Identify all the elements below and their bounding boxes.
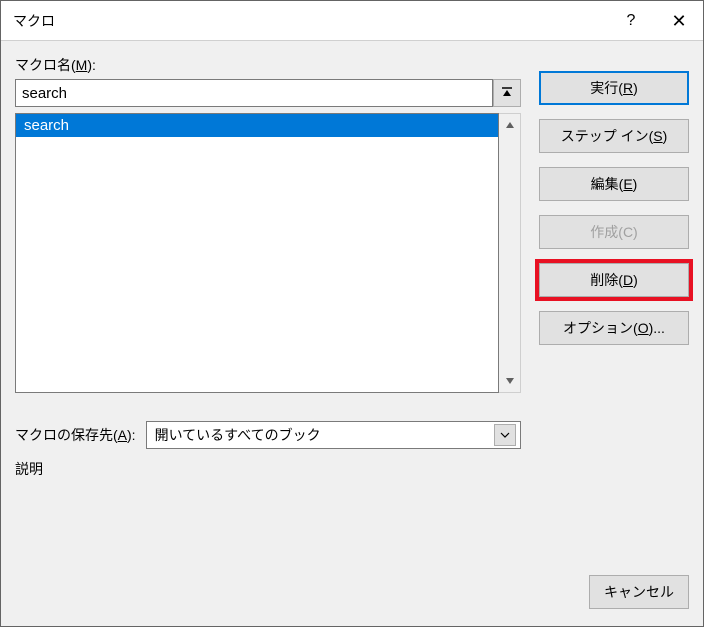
macro-name-row <box>15 79 521 107</box>
storage-label: マクロの保存先(A): <box>15 425 136 445</box>
options-button[interactable]: オプション(O)... <box>539 311 689 345</box>
storage-row: マクロの保存先(A): 開いているすべてのブック <box>15 421 521 449</box>
listbox-scrollbar[interactable] <box>499 113 521 393</box>
chevron-down-icon <box>500 430 510 440</box>
help-button[interactable]: ? <box>607 12 655 30</box>
dialog-footer: キャンセル <box>1 568 703 626</box>
left-panel: マクロ名(M): search <box>15 51 521 568</box>
chevron-down-icon <box>505 376 515 386</box>
collapse-up-icon <box>500 86 514 100</box>
macro-name-input[interactable] <box>15 79 493 107</box>
create-button: 作成(C) <box>539 215 689 249</box>
storage-select[interactable]: 開いているすべてのブック <box>146 421 521 449</box>
run-button[interactable]: 実行(R) <box>539 71 689 105</box>
scroll-down-button[interactable] <box>499 370 520 392</box>
storage-value: 開いているすべてのブック <box>155 425 321 445</box>
macro-list-wrap: search <box>15 113 521 393</box>
stepin-button[interactable]: ステップ イン(S) <box>539 119 689 153</box>
scroll-up-button[interactable] <box>499 114 520 136</box>
edit-button[interactable]: 編集(E) <box>539 167 689 201</box>
window-title: マクロ <box>1 11 607 31</box>
chevron-up-icon <box>505 120 515 130</box>
close-button[interactable]: ✕ <box>655 12 703 30</box>
refedit-button[interactable] <box>493 79 521 107</box>
macro-name-label: マクロ名(M): <box>15 55 521 75</box>
macro-listbox[interactable]: search <box>15 113 499 393</box>
titlebar: マクロ ? ✕ <box>1 1 703 41</box>
delete-button[interactable]: 削除(D) <box>539 263 689 297</box>
cancel-button[interactable]: キャンセル <box>589 575 689 609</box>
description-label: 説明 <box>15 459 521 479</box>
button-panel: 実行(R) ステップ イン(S) 編集(E) 作成(C) 削除(D) オプション… <box>539 51 689 568</box>
macro-dialog: マクロ ? ✕ マクロ名(M): search <box>0 0 704 627</box>
dialog-body: マクロ名(M): search <box>1 41 703 568</box>
list-item[interactable]: search <box>16 114 498 137</box>
dropdown-button[interactable] <box>494 424 516 446</box>
